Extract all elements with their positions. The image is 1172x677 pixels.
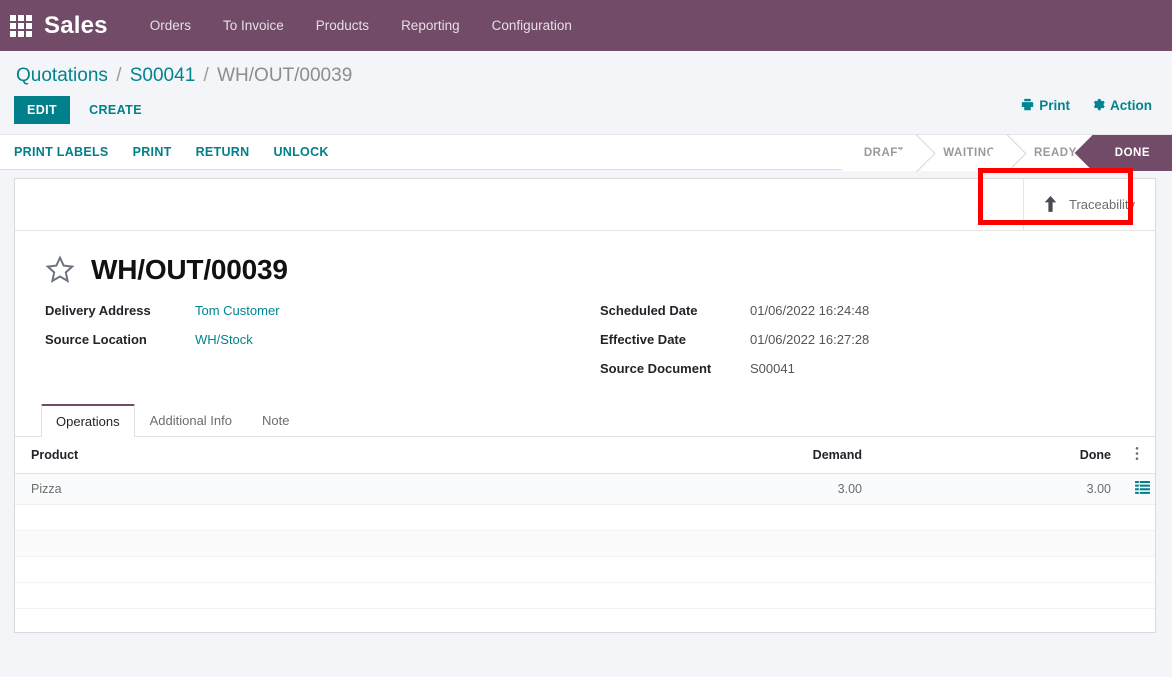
cell-product: Pizza [15, 473, 585, 505]
record-title-row: WH/OUT/00039 [15, 231, 1155, 297]
column-header-product[interactable]: Product [15, 436, 585, 474]
nav-item-reporting[interactable]: Reporting [385, 10, 476, 41]
statusbar: PRINT LABELS PRINT RETURN UNLOCK DRAFT W… [0, 133, 1172, 171]
nav-item-configuration[interactable]: Configuration [476, 10, 588, 41]
return-button[interactable]: RETURN [196, 139, 264, 165]
action-label: Action [1110, 98, 1152, 114]
table-filler-row [15, 582, 1155, 609]
table-body: Pizza 3.00 3.00 [15, 473, 1155, 635]
column-options-header [1119, 436, 1155, 474]
breadcrumb-separator: / [203, 65, 209, 86]
tab-additional-info[interactable]: Additional Info [135, 404, 247, 437]
notebook: Operations Additional Info Note Product … [15, 403, 1155, 635]
field-source-location: Source Location WH/Stock [45, 332, 600, 347]
action-menu-button[interactable]: Action [1092, 98, 1152, 114]
edit-button[interactable]: EDIT [14, 95, 71, 124]
grid-apps-icon[interactable] [8, 13, 34, 39]
tab-operations[interactable]: Operations [41, 403, 135, 437]
table-row[interactable]: Pizza 3.00 3.00 [15, 473, 1155, 505]
breadcrumb-item-quotations[interactable]: Quotations [16, 65, 108, 86]
stat-button-box: Traceability [15, 167, 1155, 231]
top-navbar: Sales Orders To Invoice Products Reporti… [0, 0, 1172, 51]
form-sheet-wrapper: Traceability WH/OUT/00039 Delivery Addre… [0, 167, 1172, 635]
tab-note[interactable]: Note [247, 404, 304, 437]
app-brand-sales[interactable]: Sales [44, 12, 108, 40]
printer-icon [1021, 98, 1034, 114]
cell-detail-action[interactable] [1119, 473, 1155, 505]
cell-demand: 3.00 [585, 473, 870, 505]
form-column-left: Delivery Address Tom Customer Source Loc… [45, 303, 600, 390]
column-header-demand[interactable]: Demand [585, 436, 870, 474]
arrow-up-icon [1042, 195, 1059, 214]
field-label-source-location: Source Location [45, 331, 147, 347]
vertical-dots-icon[interactable] [1135, 446, 1139, 464]
form-column-right: Scheduled Date 01/06/2022 16:24:48 Effec… [600, 303, 1155, 390]
print-button[interactable]: PRINT [133, 139, 186, 165]
control-panel-actions: Print Action [1021, 98, 1152, 114]
breadcrumb: Quotations / S00041 / WH/OUT/00039 [0, 51, 1172, 88]
list-details-icon[interactable] [1135, 480, 1150, 497]
page-title: WH/OUT/00039 [91, 253, 288, 285]
form-sheet: Traceability WH/OUT/00039 Delivery Addre… [14, 167, 1156, 635]
stage-done[interactable]: DONE [1092, 134, 1172, 171]
print-menu-button[interactable]: Print [1021, 98, 1070, 114]
column-header-done[interactable]: Done [870, 436, 1119, 474]
nav-item-orders[interactable]: Orders [134, 10, 207, 41]
breadcrumb-current: WH/OUT/00039 [217, 65, 353, 86]
breadcrumb-item-s00041[interactable]: S00041 [130, 65, 196, 86]
field-value-source-location[interactable]: WH/Stock [195, 332, 253, 347]
breadcrumb-separator: / [116, 65, 122, 86]
field-label-effective-date: Effective Date [600, 331, 686, 347]
notebook-tabs: Operations Additional Info Note [15, 403, 1155, 437]
field-effective-date: Effective Date 01/06/2022 16:27:28 [600, 332, 1155, 347]
table-filler-row [15, 530, 1155, 557]
field-value-delivery-address[interactable]: Tom Customer [195, 303, 280, 318]
star-outline-icon[interactable] [43, 253, 77, 287]
field-label-scheduled-date: Scheduled Date [600, 302, 698, 318]
field-value-scheduled-date: 01/06/2022 16:24:48 [750, 302, 870, 318]
print-label: Print [1039, 98, 1070, 114]
table-header-row: Product Demand Done [15, 436, 1155, 474]
nav-item-to-invoice[interactable]: To Invoice [207, 10, 300, 41]
cell-done: 3.00 [870, 473, 1119, 505]
table-filler-row [15, 608, 1155, 635]
field-label-source-document: Source Document [600, 360, 712, 376]
field-scheduled-date: Scheduled Date 01/06/2022 16:24:48 [600, 303, 1155, 318]
create-button[interactable]: CREATE [76, 96, 155, 124]
traceability-label: Traceability [1069, 196, 1135, 212]
field-source-document: Source Document S00041 [600, 361, 1155, 376]
print-labels-button[interactable]: PRINT LABELS [14, 139, 123, 165]
traceability-button[interactable]: Traceability [1023, 178, 1155, 230]
gear-icon [1092, 98, 1105, 114]
field-label-delivery-address: Delivery Address [45, 302, 151, 318]
operations-table: Product Demand Done Pizza 3.00 3.00 [15, 436, 1155, 635]
control-panel: EDIT CREATE Print Action [0, 88, 1172, 134]
field-value-effective-date: 01/06/2022 16:27:28 [750, 331, 870, 347]
table-filler-row [15, 504, 1155, 531]
stage-draft[interactable]: DRAFT [841, 134, 922, 171]
unlock-button[interactable]: UNLOCK [273, 139, 342, 165]
status-pipeline: DRAFT WAITING READY DONE [841, 134, 1172, 171]
field-value-source-document: S00041 [750, 360, 795, 376]
field-delivery-address: Delivery Address Tom Customer [45, 303, 600, 318]
form-fields: Delivery Address Tom Customer Source Loc… [15, 297, 1155, 390]
table-filler-row [15, 556, 1155, 583]
nav-item-products[interactable]: Products [300, 10, 385, 41]
